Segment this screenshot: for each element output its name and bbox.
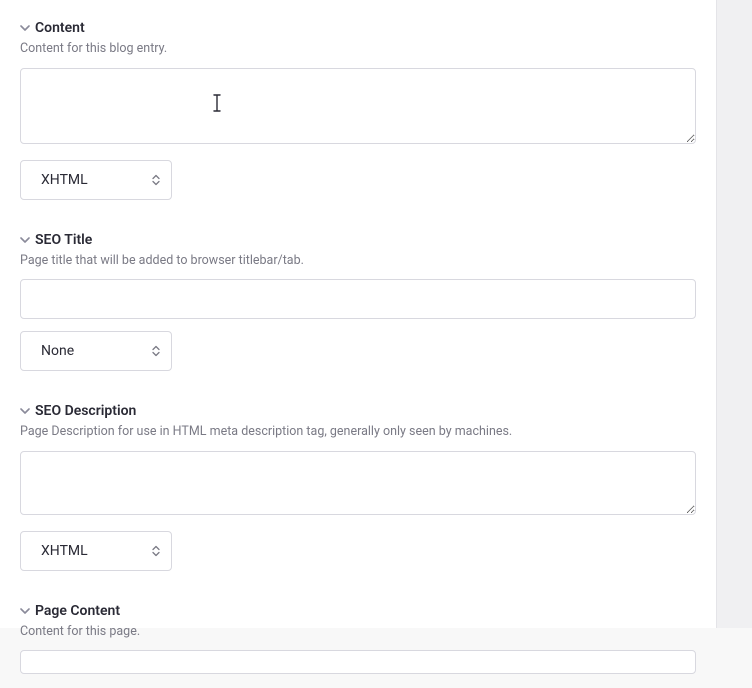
section-seo-title: SEO Title Page title that will be added … bbox=[0, 214, 716, 386]
seo-description-format-select[interactable]: XHTML bbox=[20, 531, 172, 571]
right-panel-strip bbox=[716, 0, 752, 628]
chevron-down-icon bbox=[20, 606, 30, 616]
section-header-content[interactable]: Content bbox=[20, 20, 696, 36]
chevron-down-icon bbox=[20, 406, 30, 416]
chevron-down-icon bbox=[20, 23, 30, 33]
content-format-select[interactable]: XHTML bbox=[20, 160, 172, 200]
section-header-page-content[interactable]: Page Content bbox=[20, 603, 696, 619]
section-header-seo-description[interactable]: SEO Description bbox=[20, 403, 696, 419]
content-textarea[interactable] bbox=[20, 68, 696, 144]
seo-description-format-select-wrap: XHTML bbox=[20, 531, 172, 571]
content-format-select-wrap: XHTML bbox=[20, 160, 172, 200]
section-title-seo-title: SEO Title bbox=[35, 232, 92, 248]
section-description-seo-description: Page Description for use in HTML meta de… bbox=[20, 423, 696, 441]
seo-title-input[interactable] bbox=[20, 279, 696, 319]
seo-description-textarea[interactable] bbox=[20, 451, 696, 515]
seo-title-format-select-wrap: None bbox=[20, 331, 172, 371]
form-panel: Content Content for this blog entry. XHT… bbox=[0, 0, 716, 628]
page-content-textarea[interactable] bbox=[20, 650, 696, 674]
section-seo-description: SEO Description Page Description for use… bbox=[0, 385, 716, 585]
section-header-seo-title[interactable]: SEO Title bbox=[20, 232, 696, 248]
section-title-content: Content bbox=[35, 20, 85, 36]
chevron-down-icon bbox=[20, 235, 30, 245]
section-description-page-content: Content for this page. bbox=[20, 623, 696, 641]
section-page-content: Page Content Content for this page. bbox=[0, 585, 716, 688]
section-title-page-content: Page Content bbox=[35, 603, 120, 619]
section-description-seo-title: Page title that will be added to browser… bbox=[20, 252, 696, 270]
section-content: Content Content for this blog entry. XHT… bbox=[0, 0, 716, 214]
seo-title-format-select[interactable]: None bbox=[20, 331, 172, 371]
section-description-content: Content for this blog entry. bbox=[20, 40, 696, 58]
section-title-seo-description: SEO Description bbox=[35, 403, 136, 419]
